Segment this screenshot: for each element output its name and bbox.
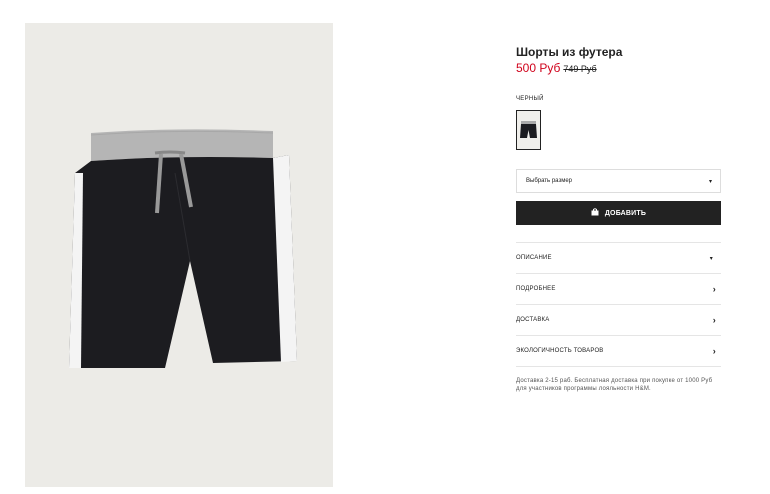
color-label: ЧЕРНЫЙ bbox=[516, 96, 544, 102]
chevron-down-icon: ▾ bbox=[708, 178, 712, 185]
accordion-delivery[interactable]: ДОСТАВКА › bbox=[516, 305, 721, 336]
accordion-sustainability[interactable]: ЭКОЛОГИЧНОСТЬ ТОВАРОВ › bbox=[516, 336, 721, 367]
size-select-label: Выбрать размер bbox=[526, 178, 572, 184]
add-to-bag-button[interactable]: ДОБАВИТЬ bbox=[516, 201, 721, 225]
chevron-right-icon: › bbox=[712, 346, 716, 356]
add-to-bag-label: ДОБАВИТЬ bbox=[604, 209, 647, 217]
accordion-label: ПОДРОБНЕЕ bbox=[516, 286, 556, 292]
price-row: 500 Руб 749 Руб bbox=[516, 61, 721, 76]
swatch-thumbnail-icon bbox=[520, 121, 537, 138]
color-swatch-black[interactable] bbox=[516, 110, 541, 150]
product-title: Шорты из футера bbox=[516, 45, 623, 59]
old-price: 749 Руб bbox=[563, 64, 597, 74]
shopping-bag-icon bbox=[591, 208, 599, 218]
product-image[interactable] bbox=[25, 23, 333, 487]
chevron-down-icon: ▾ bbox=[709, 255, 713, 262]
chevron-right-icon: › bbox=[712, 315, 716, 325]
accordion-label: ДОСТАВКА bbox=[516, 317, 550, 323]
size-select[interactable]: Выбрать размер ▾ bbox=[516, 169, 721, 193]
accordion-label: ЭКОЛОГИЧНОСТЬ ТОВАРОВ bbox=[516, 348, 604, 354]
accordion-description[interactable]: ОПИСАНИЕ ▾ bbox=[516, 243, 721, 274]
accordion-label: ОПИСАНИЕ bbox=[516, 255, 552, 261]
sale-price: 500 Руб bbox=[516, 61, 561, 75]
product-info: Шорты из футера 500 Руб 749 Руб ЧЕРНЫЙ Вы… bbox=[516, 44, 721, 393]
chevron-right-icon: › bbox=[712, 284, 716, 294]
product-accordion: ОПИСАНИЕ ▾ ПОДРОБНЕЕ › ДОСТАВКА › ЭКОЛОГ… bbox=[516, 242, 721, 367]
shorts-illustration bbox=[69, 129, 297, 368]
delivery-note: Доставка 2-15 раб. Бесплатная доставка п… bbox=[516, 378, 713, 392]
accordion-details[interactable]: ПОДРОБНЕЕ › bbox=[516, 274, 721, 305]
